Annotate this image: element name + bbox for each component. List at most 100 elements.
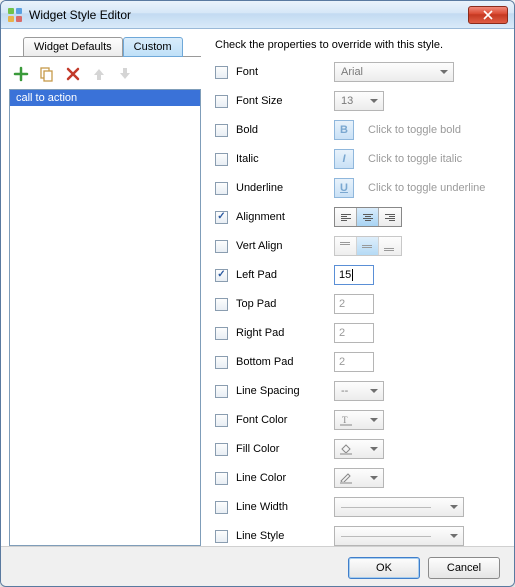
close-icon — [483, 10, 493, 20]
label-font-color: Font Color — [236, 414, 326, 426]
checkbox-font[interactable] — [215, 66, 228, 79]
checkbox-line-style[interactable] — [215, 530, 228, 543]
row-bold: Bold B Click to toggle bold — [215, 119, 506, 141]
bold-hint: Click to toggle bold — [368, 124, 461, 136]
alignment-group — [334, 207, 402, 227]
row-font-color: Font Color T — [215, 409, 506, 431]
dialog-footer: OK Cancel — [1, 546, 514, 587]
line-spacing-select[interactable]: -- — [334, 381, 384, 401]
row-italic: Italic I Click to toggle italic — [215, 148, 506, 170]
checkbox-line-color[interactable] — [215, 472, 228, 485]
property-rows: Font Arial Font Size 13 Bold B Click to … — [215, 61, 506, 547]
row-left-pad: Left Pad 15 — [215, 264, 506, 286]
tab-widget-defaults[interactable]: Widget Defaults — [23, 37, 123, 57]
row-font-size: Font Size 13 — [215, 90, 506, 112]
hint-text: Check the properties to override with th… — [215, 39, 506, 51]
label-right-pad: Right Pad — [236, 327, 326, 339]
label-bold: Bold — [236, 124, 326, 136]
checkbox-line-spacing[interactable] — [215, 385, 228, 398]
delete-style-button[interactable] — [65, 66, 81, 82]
line-style-select[interactable] — [334, 526, 464, 546]
content-area: Widget Defaults Custom — [1, 29, 514, 546]
checkbox-vert-align[interactable] — [215, 240, 228, 253]
line-width-select[interactable] — [334, 497, 464, 517]
checkbox-top-pad[interactable] — [215, 298, 228, 311]
left-pad-value: 15 — [339, 269, 351, 281]
bucket-icon — [339, 443, 353, 455]
window-title: Widget Style Editor — [29, 8, 468, 22]
italic-hint: Click to toggle italic — [368, 153, 462, 165]
right-pad-input[interactable]: 2 — [334, 323, 374, 343]
row-underline: Underline U Click to toggle underline — [215, 177, 506, 199]
label-alignment: Alignment — [236, 211, 326, 223]
label-left-pad: Left Pad — [236, 269, 326, 281]
valign-top-button[interactable] — [335, 237, 357, 255]
checkbox-font-color[interactable] — [215, 414, 228, 427]
row-line-style: Line Style — [215, 525, 506, 547]
checkbox-bold[interactable] — [215, 124, 228, 137]
checkbox-right-pad[interactable] — [215, 327, 228, 340]
move-up-button[interactable] — [91, 66, 107, 82]
valign-bottom-button[interactable] — [379, 237, 401, 255]
svg-text:T: T — [342, 415, 348, 425]
bold-toggle[interactable]: B — [334, 120, 354, 140]
align-right-button[interactable] — [379, 208, 401, 226]
plus-icon — [13, 66, 29, 82]
row-bottom-pad: Bottom Pad 2 — [215, 351, 506, 373]
cancel-button[interactable]: Cancel — [428, 557, 500, 579]
label-line-style: Line Style — [236, 530, 326, 542]
label-line-width: Line Width — [236, 501, 326, 513]
text-caret — [352, 269, 353, 281]
checkbox-line-width[interactable] — [215, 501, 228, 514]
label-font: Font — [236, 66, 326, 78]
italic-toggle[interactable]: I — [334, 149, 354, 169]
row-alignment: Alignment — [215, 206, 506, 228]
label-line-color: Line Color — [236, 472, 326, 484]
align-left-button[interactable] — [335, 208, 357, 226]
close-button[interactable] — [468, 6, 508, 24]
underline-toggle[interactable]: U — [334, 178, 354, 198]
style-list[interactable]: call to action — [9, 89, 201, 546]
label-fill-color: Fill Color — [236, 443, 326, 455]
top-pad-input[interactable]: 2 — [334, 294, 374, 314]
font-color-picker[interactable]: T — [334, 410, 384, 430]
checkbox-italic[interactable] — [215, 153, 228, 166]
line-style-preview — [341, 536, 431, 537]
row-line-width: Line Width — [215, 496, 506, 518]
add-style-button[interactable] — [13, 66, 29, 82]
checkbox-bottom-pad[interactable] — [215, 356, 228, 369]
bottom-pad-input[interactable]: 2 — [334, 352, 374, 372]
checkbox-fill-color[interactable] — [215, 443, 228, 456]
right-pane: Check the properties to override with th… — [201, 35, 506, 546]
underline-hint: Click to toggle underline — [368, 182, 485, 194]
checkbox-underline[interactable] — [215, 182, 228, 195]
fill-color-picker[interactable] — [334, 439, 384, 459]
label-line-spacing: Line Spacing — [236, 385, 326, 397]
label-font-size: Font Size — [236, 95, 326, 107]
app-icon — [7, 7, 23, 23]
dialog-window: Widget Style Editor Widget Defaults Cust… — [0, 0, 515, 587]
checkbox-left-pad[interactable] — [215, 269, 228, 282]
ok-button[interactable]: OK — [348, 557, 420, 579]
left-pad-input[interactable]: 15 — [334, 265, 374, 285]
row-top-pad: Top Pad 2 — [215, 293, 506, 315]
copy-icon — [39, 66, 55, 82]
line-color-picker[interactable] — [334, 468, 384, 488]
pencil-icon — [339, 472, 353, 484]
checkbox-alignment[interactable] — [215, 211, 228, 224]
tab-custom[interactable]: Custom — [123, 37, 183, 57]
label-bottom-pad: Bottom Pad — [236, 356, 326, 368]
delete-icon — [65, 66, 81, 82]
font-size-select[interactable]: 13 — [334, 91, 384, 111]
checkbox-font-size[interactable] — [215, 95, 228, 108]
left-pane: Widget Defaults Custom — [9, 35, 201, 546]
valign-middle-button[interactable] — [357, 237, 379, 255]
list-item[interactable]: call to action — [10, 90, 200, 106]
align-center-button[interactable] — [357, 208, 379, 226]
duplicate-style-button[interactable] — [39, 66, 55, 82]
move-down-button[interactable] — [117, 66, 133, 82]
font-select[interactable]: Arial — [334, 62, 454, 82]
row-line-color: Line Color — [215, 467, 506, 489]
label-italic: Italic — [236, 153, 326, 165]
arrow-down-icon — [117, 66, 133, 82]
